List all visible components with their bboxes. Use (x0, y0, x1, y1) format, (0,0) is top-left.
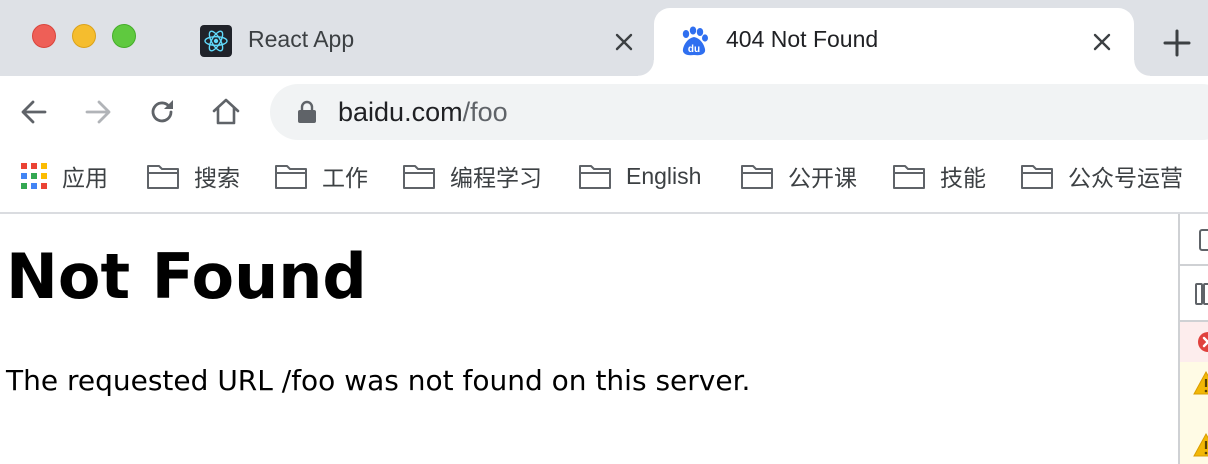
bookmark-apps[interactable]: 应用 (20, 160, 108, 192)
folder-icon (741, 165, 773, 189)
folder-icon (579, 165, 611, 189)
folder-icon (275, 165, 307, 189)
react-icon (200, 25, 232, 57)
home-icon[interactable] (210, 96, 242, 128)
bookmark-folder[interactable]: 公开课 (740, 160, 857, 192)
page-heading: Not Found (6, 240, 367, 313)
forward-arrow-icon[interactable] (82, 96, 114, 128)
toolbar: baidu.com/foo (0, 76, 1208, 148)
tab-strip: React App du 404 Not Found (0, 0, 1208, 76)
close-icon (615, 33, 633, 51)
bookmarks-bar: 应用 搜索 工作 编程学习 English 公开课 技能 公众号运营 (0, 148, 1208, 214)
inspect-element-icon[interactable] (1180, 224, 1208, 256)
url-path: /foo (462, 97, 508, 127)
bookmark-folder[interactable]: 工作 (274, 160, 368, 192)
bookmark-label: 技能 (940, 165, 986, 191)
error-message: The requested URL /foo was not found on … (6, 364, 751, 397)
warning-icon (1193, 370, 1208, 395)
url-text: baidu.com/foo (338, 97, 508, 128)
bookmark-folder[interactable]: 公众号运营 (1020, 160, 1183, 192)
bookmark-folder[interactable]: 搜索 (146, 160, 240, 192)
plus-icon[interactable] (1162, 28, 1192, 58)
bookmark-label: 公众号运营 (1068, 165, 1183, 191)
folder-icon (403, 165, 435, 189)
window-close-button[interactable] (32, 24, 56, 48)
devtools-divider (1180, 264, 1208, 266)
tab-title: React App (248, 26, 355, 52)
folder-icon (893, 165, 925, 189)
bookmark-folder[interactable]: 编程学习 (402, 160, 542, 192)
reload-icon[interactable] (146, 96, 178, 128)
tab-close-button[interactable] (1088, 28, 1116, 56)
bookmark-label: 应用 (62, 165, 108, 191)
bookmark-label: 公开课 (788, 165, 857, 191)
lock-icon (298, 100, 316, 123)
baidu-icon: du (682, 26, 708, 56)
console-error-row[interactable] (1180, 322, 1208, 362)
warning-icon (1193, 432, 1208, 457)
bookmark-label: 编程学习 (450, 165, 542, 191)
console-warning-rows[interactable] (1180, 362, 1208, 464)
tab-404-not-found[interactable]: du 404 Not Found (638, 8, 1150, 76)
back-arrow-icon[interactable] (18, 96, 50, 128)
folder-icon (147, 165, 179, 189)
tab-react-app[interactable]: React App (184, 8, 654, 76)
url-host: baidu.com (338, 97, 463, 127)
close-icon (1093, 33, 1111, 51)
address-bar[interactable]: baidu.com/foo (270, 84, 1208, 140)
bookmark-folder[interactable]: 技能 (892, 160, 986, 192)
folder-icon (1021, 165, 1053, 189)
apps-grid-icon (21, 163, 47, 189)
bookmark-label: 搜索 (194, 165, 240, 191)
page-content: Not Found The requested URL /foo was not… (0, 214, 1178, 464)
tab-close-button[interactable] (610, 28, 638, 56)
tab-title: 404 Not Found (726, 26, 879, 52)
devtools-panel (1178, 214, 1208, 464)
bookmark-folder[interactable]: English (578, 160, 701, 192)
window-minimize-button[interactable] (72, 24, 96, 48)
device-toolbar-icon[interactable] (1180, 278, 1208, 310)
bookmark-label: English (626, 162, 702, 189)
svg-text:du: du (688, 44, 700, 55)
error-icon (1198, 332, 1208, 352)
bookmark-label: 工作 (322, 165, 368, 191)
window-maximize-button[interactable] (112, 24, 136, 48)
